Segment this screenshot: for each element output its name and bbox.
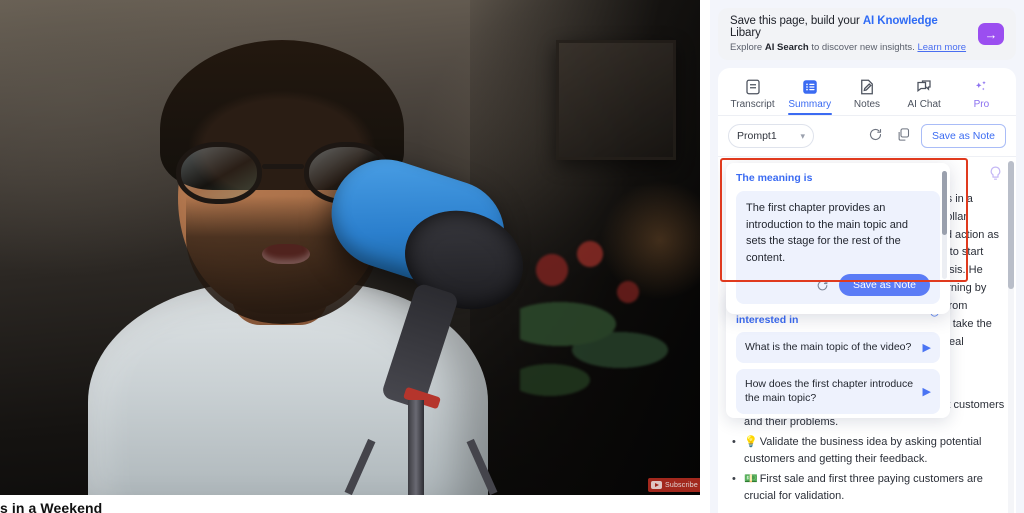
question-text: What is the main topic of the video? <box>745 341 912 353</box>
tab-bar: Transcript Summary Notes AI Chat Pro <box>718 68 1016 116</box>
meaning-popup: The meaning is The first chapter provide… <box>726 163 950 314</box>
list-item: 💵First sale and first three paying custo… <box>732 471 1006 505</box>
app-root: Subscribe s in a Weekend Save this page,… <box>0 0 1024 513</box>
microphone-tripod-legs <box>346 438 496 495</box>
meaning-popup-scrollbar[interactable] <box>942 171 947 279</box>
send-arrow-icon: ▶ <box>922 341 931 354</box>
lightbulb-emoji: 💡 <box>744 436 758 449</box>
banknote-emoji: 💵 <box>744 473 758 486</box>
prompt-select[interactable]: Prompt1 ▾ <box>728 124 814 148</box>
arrow-right-icon: → <box>984 26 998 42</box>
send-arrow-icon: ▶ <box>922 385 931 398</box>
promo-banner[interactable]: Save this page, build your AI Knowledge … <box>718 8 1016 60</box>
meaning-popup-title: The meaning is <box>736 172 813 184</box>
tab-transcript[interactable]: Transcript <box>725 78 781 115</box>
question-item[interactable]: How does the first chapter introduce the… <box>736 368 940 415</box>
notes-pencil-icon <box>858 78 876 96</box>
subscribe-label: Subscribe <box>665 481 698 489</box>
regenerate-button[interactable] <box>865 125 887 147</box>
tab-summary[interactable]: Summary <box>782 78 838 115</box>
promo-sub-bold: AI Search <box>764 42 809 53</box>
panel-card: Transcript Summary Notes AI Chat Pro Pro… <box>718 68 1016 513</box>
list-item: 💡Validate the business idea by asking po… <box>732 434 1006 468</box>
promo-headline-prefix: Save this page, build your <box>730 15 863 27</box>
tab-ai-chat-label: AI Chat <box>907 99 941 110</box>
plant-decor <box>520 240 690 490</box>
lightbulb-icon[interactable] <box>987 165 1004 187</box>
meaning-save-as-note-button[interactable]: Save as Note <box>838 274 930 296</box>
meaning-popup-scroll-thumb[interactable] <box>942 171 947 235</box>
tab-notes-label: Notes <box>853 99 881 110</box>
question-item[interactable]: What is the main topic of the video? ▶ <box>736 332 940 363</box>
youtube-play-icon <box>651 481 662 489</box>
promo-headline: Save this page, build your AI Knowledge … <box>730 15 970 39</box>
promo-text-block: Save this page, build your AI Knowledge … <box>730 15 970 53</box>
video-pane: Subscribe s in a Weekend <box>0 0 710 513</box>
chat-bubbles-icon <box>915 78 933 96</box>
tab-pro-label: Pro <box>973 99 990 110</box>
promo-subline: Explore AI Search to discover new insigh… <box>730 42 970 53</box>
learn-more-link[interactable]: Learn more <box>917 42 966 53</box>
question-text: How does the first chapter introduce the… <box>745 377 914 405</box>
meaning-popup-body: The first chapter provides an introducti… <box>736 191 940 304</box>
summary-toolbar: Prompt1 ▾ Save as Note <box>718 116 1016 157</box>
promo-headline-highlight: AI Knowledge <box>862 15 938 27</box>
promo-headline-suffix: Libary <box>730 27 761 39</box>
list-item-text: First sale and first three paying custom… <box>744 473 983 503</box>
refresh-icon[interactable] <box>816 279 829 292</box>
meaning-popup-text: The first chapter provides an introducti… <box>746 202 909 264</box>
video-title: s in a Weekend <box>0 500 103 513</box>
prompt-select-value: Prompt1 <box>737 130 777 142</box>
refresh-icon <box>868 127 883 145</box>
speaker-mouth <box>262 244 310 264</box>
tab-pro[interactable]: Pro <box>953 78 1009 115</box>
pane-divider <box>700 0 710 513</box>
summary-content: Summary Noah Kagan explains how to start… <box>718 157 1016 513</box>
content-scrollbar[interactable] <box>1008 161 1014 513</box>
copy-icon <box>896 127 911 145</box>
promo-sub-mid: to discover new insights. <box>808 42 918 53</box>
meaning-popup-actions: Save as Note <box>746 274 930 296</box>
tab-summary-label: Summary <box>788 99 832 110</box>
copy-button[interactable] <box>893 125 915 147</box>
tab-ai-chat[interactable]: AI Chat <box>896 78 952 115</box>
promo-sub-prefix: Explore <box>730 42 765 53</box>
tab-transcript-label: Transcript <box>730 99 775 110</box>
summary-list-icon <box>801 78 819 96</box>
side-panel: Save this page, build your AI Knowledge … <box>710 0 1024 513</box>
transcript-icon <box>744 78 762 96</box>
wall-picture-frame <box>556 40 676 160</box>
promo-arrow-button[interactable]: → <box>978 23 1004 45</box>
youtube-subscribe-watermark[interactable]: Subscribe <box>648 478 700 492</box>
video-player[interactable]: Subscribe <box>0 0 700 495</box>
tab-notes[interactable]: Notes <box>839 78 895 115</box>
save-as-note-button[interactable]: Save as Note <box>920 124 1006 148</box>
content-scroll-thumb[interactable] <box>1008 161 1014 289</box>
chevron-down-icon: ▾ <box>800 130 805 141</box>
sparkle-icon <box>972 78 990 96</box>
list-item-text: Validate the business idea by asking pot… <box>744 436 982 466</box>
